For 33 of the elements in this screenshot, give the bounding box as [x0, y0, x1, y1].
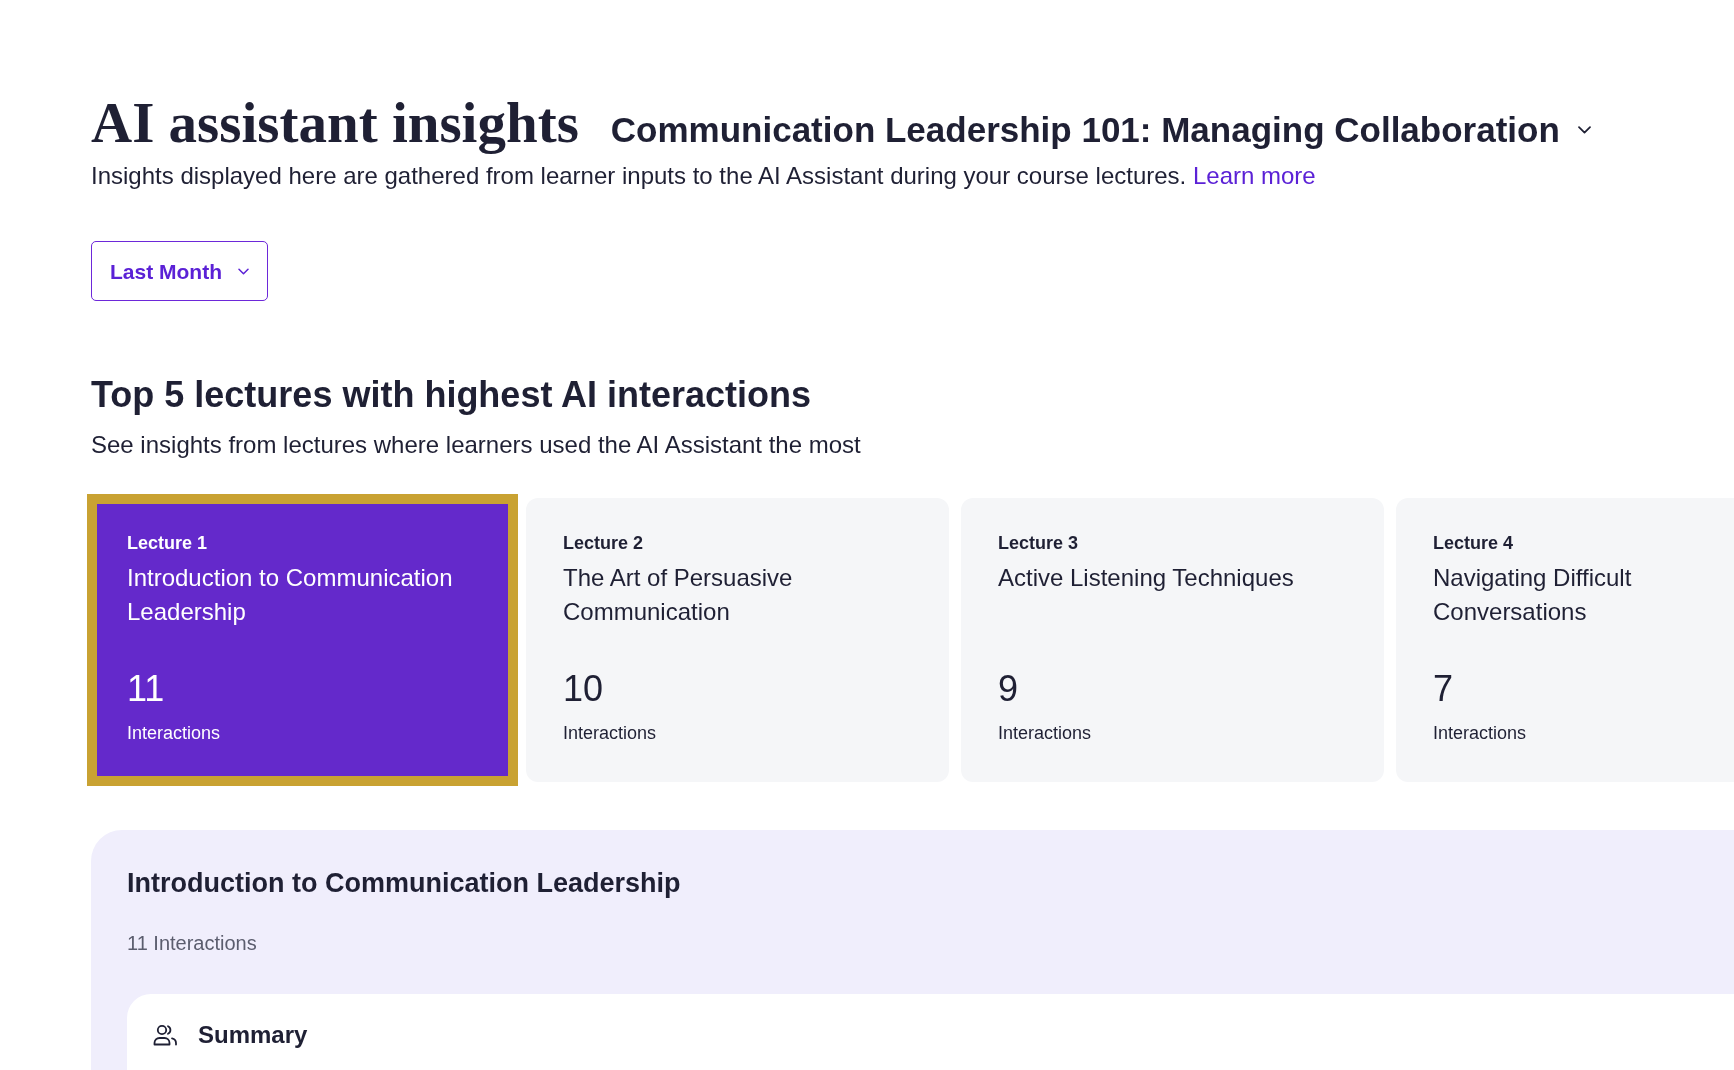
- interaction-count: 10: [563, 667, 604, 712]
- description-text: Insights displayed here are gathered from learner inputs to the AI Assistant during your course lectures. Learn more: [91, 161, 1316, 192]
- lecture-card[interactable]: Lecture 3 Active Listening Techniques 9 Interactions: [961, 498, 1384, 783]
- lecture-number: Lecture 1: [127, 532, 208, 556]
- people-icon: [153, 1024, 178, 1047]
- learn-more-link[interactable]: Learn more: [1192, 162, 1316, 190]
- lecture-title: Introduction to Communication Leadership: [127, 563, 454, 628]
- course-selector[interactable]: Communication Leadership 101: Managing Collaboration: [610, 109, 1591, 151]
- lecture-title: Active Listening Techniques: [998, 563, 1294, 594]
- interaction-count: 11: [127, 667, 165, 712]
- lecture-card[interactable]: Lecture 2 The Art of Persuasive Communication 10 Interactions: [526, 498, 949, 783]
- interactions-label: Interactions: [1433, 722, 1527, 746]
- section-heading: Top 5 lectures with highest AI interactions: [91, 373, 812, 418]
- chevron-down-icon: [238, 267, 249, 275]
- summary-title: Summary: [198, 1021, 308, 1050]
- period-dropdown[interactable]: Last Month: [91, 241, 268, 302]
- lecture-detail-title: Introduction to Communication Leadership: [127, 867, 681, 901]
- lecture-number: Lecture 2: [563, 532, 644, 556]
- lecture-number: Lecture 3: [998, 532, 1079, 556]
- section-subheading: See insights from lectures where learners used the AI Assistant the most: [91, 430, 861, 461]
- lecture-title: Navigating Difficult Conversations: [1433, 563, 1633, 628]
- page-title: AI assistant insights: [91, 90, 579, 156]
- interaction-count: 7: [1433, 667, 1454, 712]
- interactions-label: Interactions: [998, 722, 1092, 746]
- chevron-down-icon: [1577, 126, 1591, 134]
- lecture-title: The Art of Persuasive Communication: [563, 563, 794, 628]
- interactions-label: Interactions: [563, 722, 657, 746]
- lecture-card[interactable]: Lecture 1 Introduction to Communication Leadership 11 Interactions: [87, 494, 518, 787]
- lecture-card[interactable]: Lecture 4 Navigating Difficult Conversations 7 Interactions: [1396, 498, 1734, 783]
- interaction-count-text: 11 Interactions: [127, 931, 257, 957]
- lecture-number: Lecture 4: [1433, 532, 1514, 556]
- interactions-label: Interactions: [127, 722, 221, 746]
- interaction-count: 9: [998, 667, 1019, 712]
